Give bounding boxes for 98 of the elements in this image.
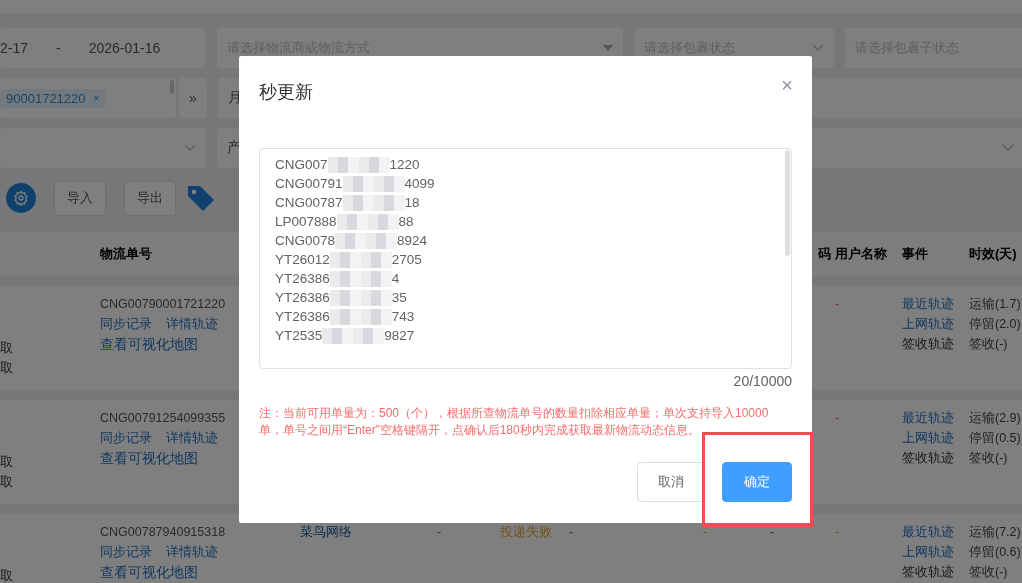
- column-header: 物流单号: [100, 245, 152, 263]
- table-cell: 运输(7.2): [969, 524, 1021, 541]
- table-cell: -: [703, 524, 708, 541]
- tracking-number-start: YT2535: [275, 328, 323, 343]
- tracking-number-end: 8924: [397, 233, 428, 248]
- settings-icon: [13, 190, 29, 206]
- table-cell: 签收(-): [969, 336, 1008, 353]
- tag-remove-button[interactable]: ×: [93, 92, 100, 104]
- map-view-link[interactable]: 查看可视化地图: [100, 336, 198, 353]
- map-view-link[interactable]: 查看可视化地图: [100, 450, 198, 467]
- column-header: 用户名称: [835, 245, 887, 263]
- track-details-link[interactable]: 详情轨迹: [166, 430, 218, 447]
- table-cell: 取: [0, 340, 13, 357]
- column-header: 时效(天): [969, 245, 1017, 263]
- settings-button[interactable]: [6, 183, 36, 213]
- track-link[interactable]: 最近轨迹: [902, 410, 954, 427]
- table-cell: 取: [0, 360, 13, 377]
- column-header: 事件: [902, 245, 928, 263]
- tracking-number-start: LP007888: [275, 214, 337, 229]
- tracking-number-start: CNG00791: [275, 176, 343, 191]
- table-cell: 停留(0.6): [969, 544, 1021, 561]
- tracking-number: CNG00790001721220: [100, 296, 226, 313]
- table-cell: 取: [0, 568, 13, 583]
- track-link[interactable]: 上网轨迹: [902, 430, 954, 447]
- redaction-mosaic: [342, 175, 405, 192]
- sync-log-link[interactable]: 同步记录: [100, 544, 152, 561]
- table-cell: -: [835, 524, 840, 541]
- table-cell: 取: [0, 454, 13, 471]
- table-cell: -: [835, 296, 840, 313]
- tracking-number-start: CNG0078: [275, 233, 336, 248]
- table-cell: 停留(2.0): [969, 316, 1021, 333]
- tracking-number-end: 2705: [391, 252, 422, 267]
- redaction-mosaic: [329, 270, 392, 287]
- redaction-mosaic: [329, 251, 392, 268]
- caret-down-icon: [603, 45, 613, 51]
- tracking-number-end: 35: [391, 290, 407, 305]
- track-details-link[interactable]: 详情轨迹: [166, 316, 218, 333]
- table-cell: -: [569, 524, 574, 541]
- sync-log-link[interactable]: 同步记录: [100, 430, 152, 447]
- redaction-mosaic: [329, 289, 392, 306]
- tag-icon[interactable]: [186, 183, 216, 213]
- table-cell: -: [835, 410, 840, 427]
- export-button[interactable]: 导出: [124, 180, 176, 216]
- chevron-down-icon: [812, 44, 824, 52]
- table-cell: -: [437, 524, 442, 541]
- tracking-number-end: 743: [391, 309, 415, 324]
- character-count: 20/10000: [733, 373, 792, 389]
- tracking-number-end: 9827: [384, 328, 415, 343]
- table-cell: 停留(0.5): [969, 430, 1021, 447]
- redaction-mosaic: [335, 232, 398, 249]
- tracking-number: CNG00787940915318: [100, 524, 226, 541]
- table-cell: -: [770, 524, 775, 541]
- tracking-number-start: YT26386: [275, 290, 330, 305]
- tracking-number-start: YT26012: [275, 252, 330, 267]
- table-cell: 运输(1.7): [969, 296, 1021, 313]
- track-link[interactable]: 上网轨迹: [902, 316, 954, 333]
- tracking-number-start: CNG007: [275, 157, 328, 172]
- redaction-mosaic: [327, 156, 390, 173]
- table-cell: 取: [0, 474, 13, 491]
- table-cell: 菜鸟网络: [300, 524, 352, 541]
- redaction-mosaic: [322, 327, 385, 344]
- redaction-mosaic: [336, 213, 399, 230]
- track-link[interactable]: 最近轨迹: [902, 296, 954, 313]
- dialog-title: 秒更新: [259, 81, 313, 104]
- table-cell: 投递失败: [500, 524, 552, 541]
- tracking-number-end: 88: [398, 214, 414, 229]
- tracking-number-end: 4099: [404, 176, 435, 191]
- sync-log-link[interactable]: 同步记录: [100, 316, 152, 333]
- close-button[interactable]: ×: [781, 76, 793, 94]
- track-details-link[interactable]: 详情轨迹: [166, 544, 218, 561]
- tracking-numbers-field[interactable]: CNG007 1220 CNG00791 4099 CNG00787 18 LP007888 88 CNG0078 8924 YT26012 2705 YT26386 4 YT26386 35 YT26386 743 YT2535 9827: [259, 148, 792, 369]
- scrollbar-thumb[interactable]: [785, 150, 790, 256]
- tracking-number-end: 4: [391, 271, 400, 286]
- tracking-number-start: YT26386: [275, 271, 330, 286]
- track-link[interactable]: 上网轨迹: [902, 544, 954, 561]
- tracking-number-start: CNG00787: [275, 195, 343, 210]
- chevron-down-icon: [1002, 144, 1014, 152]
- tracking-number-end: 18: [404, 195, 420, 210]
- table-cell: 运输(2.9): [969, 410, 1021, 427]
- chevron-down-icon: [184, 144, 196, 152]
- redaction-mosaic: [342, 194, 405, 211]
- date-range-field[interactable]: 2-17 - 2026-01-16: [0, 28, 206, 68]
- tracking-tag: 90001721220 ×: [0, 88, 106, 108]
- map-view-link[interactable]: 查看可视化地图: [100, 564, 198, 581]
- tracking-number-start: YT26386: [275, 309, 330, 324]
- redaction-mosaic: [329, 308, 392, 325]
- table-cell: 签收(-): [969, 564, 1008, 581]
- expand-button[interactable]: »: [179, 78, 207, 118]
- tracking-tags-field[interactable]: 90001721220 ×: [0, 78, 176, 118]
- confirm-button[interactable]: 确定: [722, 462, 792, 502]
- track-link[interactable]: 最近轨迹: [902, 524, 954, 541]
- column-header: 码: [818, 245, 832, 263]
- import-button[interactable]: 导入: [54, 180, 106, 216]
- table-cell: 签收(-): [969, 450, 1008, 467]
- note-text: 注：当前可用单量为：500（个），根据所查物流单号的数量扣除相应单量；单次支持导入10000单，单号之间用“Enter”空格键隔开，点确认后180秒内完成获取最新物流动态信息。: [259, 405, 770, 439]
- tracking-number: CNG00791254099355: [100, 410, 226, 427]
- cancel-button[interactable]: 取消: [637, 462, 705, 502]
- tracking-number-end: 1220: [389, 157, 420, 172]
